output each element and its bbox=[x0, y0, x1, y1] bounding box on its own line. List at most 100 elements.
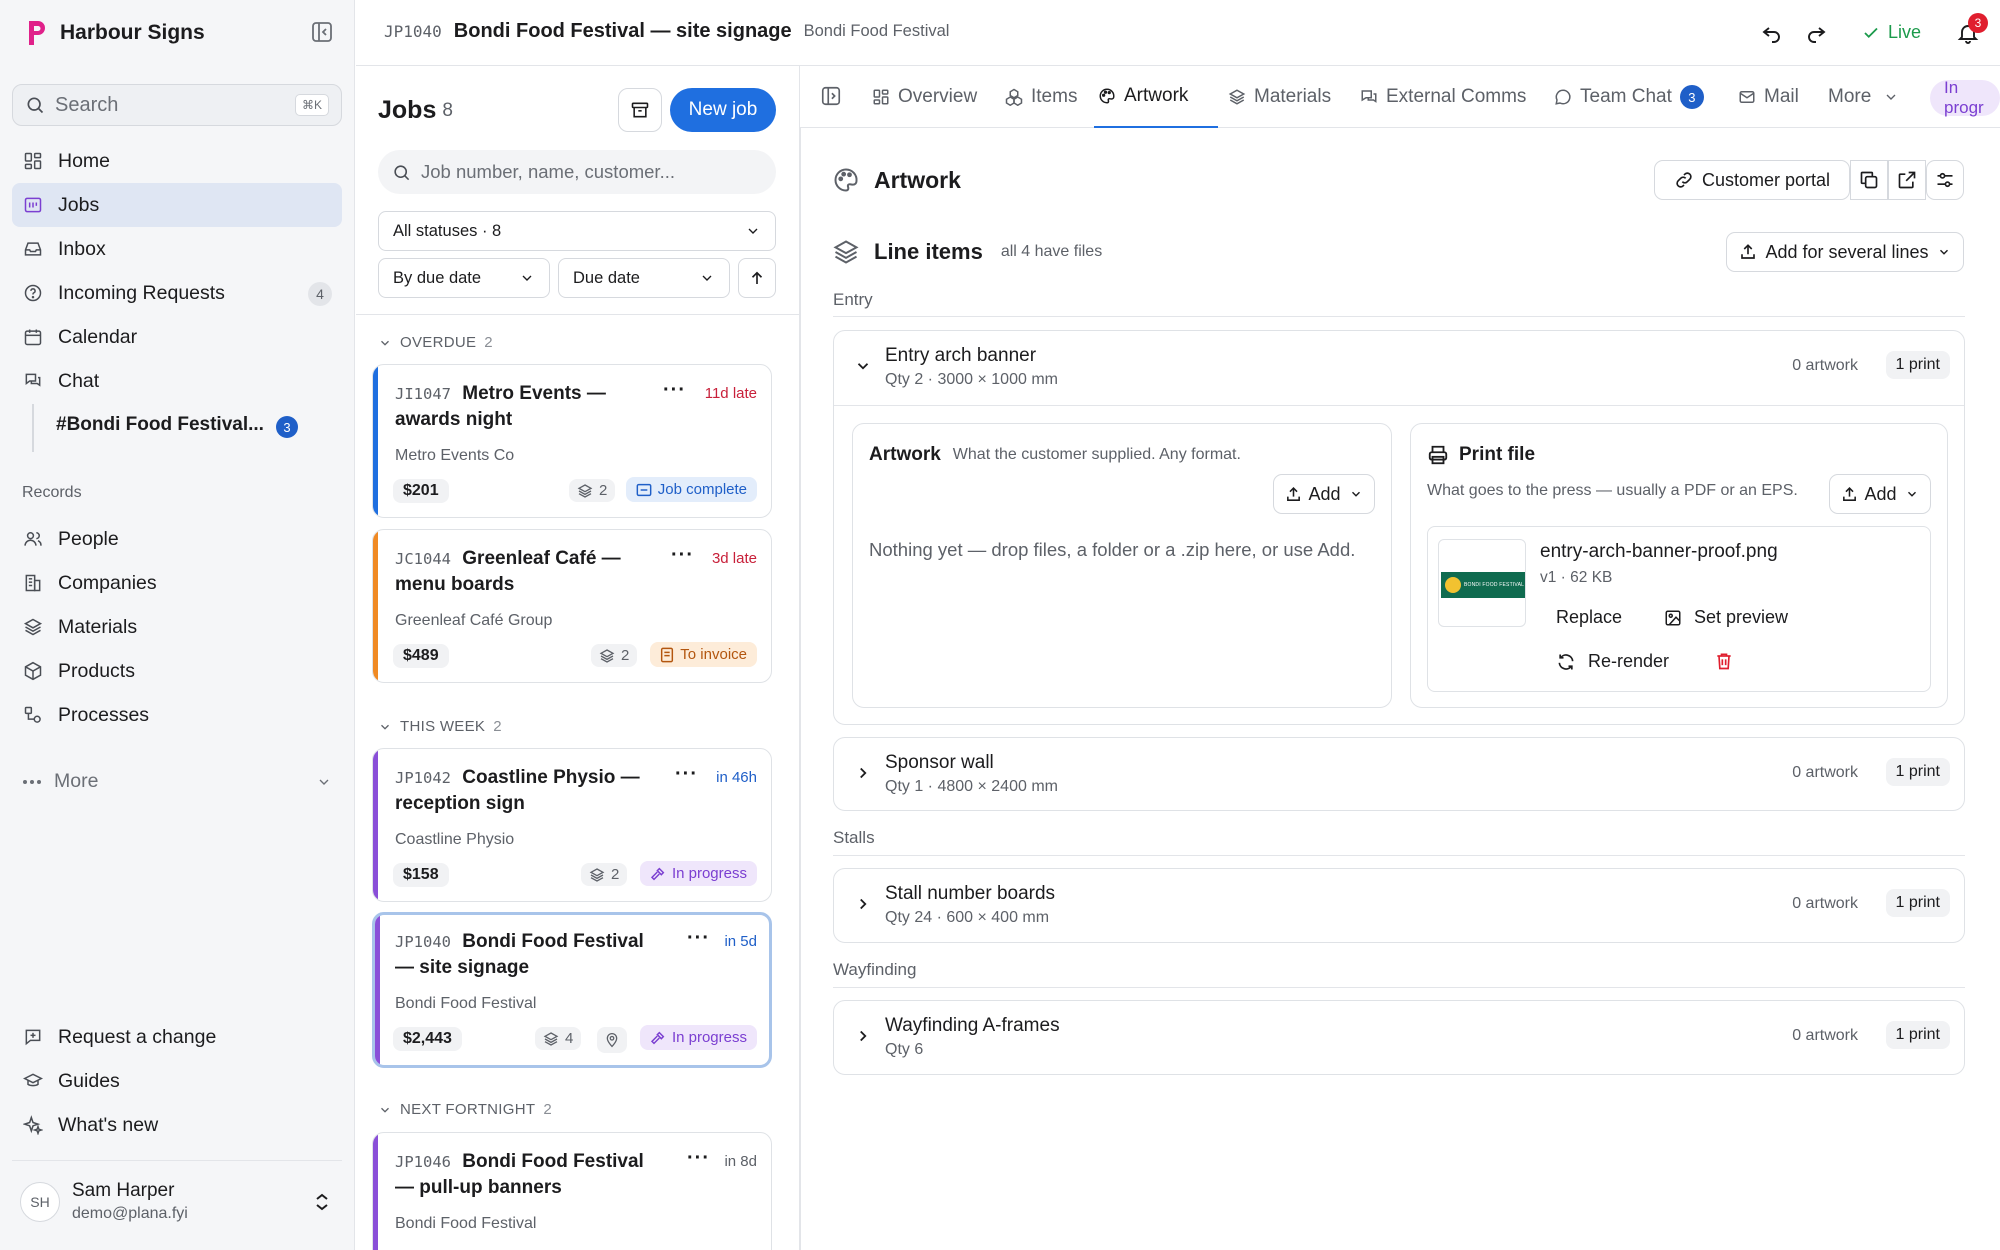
line-item-divider bbox=[834, 405, 1964, 406]
group-label-entry: Entry bbox=[833, 290, 873, 309]
job-card[interactable]: JC1044 Greenleaf Café — menu boards ··· … bbox=[372, 529, 772, 683]
sidebar-item-materials[interactable]: Materials bbox=[12, 605, 342, 649]
card-item-count: 2 bbox=[581, 863, 628, 886]
bell-icon[interactable]: 3 bbox=[1956, 13, 1988, 45]
sidebar-item-jobs[interactable]: Jobs bbox=[12, 183, 342, 227]
tab-materials[interactable]: Materials bbox=[1228, 66, 1331, 128]
job-card[interactable]: JP1046 Bondi Food Festival — pull-up ban… bbox=[372, 1132, 772, 1250]
sidebar-item-home[interactable]: Home bbox=[12, 139, 342, 183]
customer-portal-button[interactable]: Customer portal bbox=[1654, 160, 1850, 200]
job-card[interactable]: JP1042 Coastline Physio — reception sign… bbox=[372, 748, 772, 902]
job-status-pill[interactable]: In progr bbox=[1930, 78, 2000, 117]
artwork-add-button[interactable]: Add bbox=[1273, 474, 1375, 514]
hammer-icon bbox=[650, 866, 666, 882]
re-render-button[interactable]: Re-render bbox=[1556, 651, 1669, 672]
print-add-label: Add bbox=[1864, 483, 1897, 504]
artwork-count: 0 artwork bbox=[1792, 357, 1858, 374]
status-label: In progress bbox=[671, 1029, 747, 1046]
request-change-link[interactable]: Request a change bbox=[12, 1015, 342, 1059]
items-icon bbox=[1005, 88, 1023, 106]
tab-more[interactable]: More bbox=[1828, 66, 1907, 128]
whats-new-link[interactable]: What's new bbox=[12, 1103, 342, 1147]
tab-overview[interactable]: Overview bbox=[872, 66, 977, 128]
sidebar-item-calendar[interactable]: Calendar bbox=[12, 315, 342, 359]
card-due: 3d late bbox=[711, 550, 757, 567]
trash-icon[interactable] bbox=[1714, 651, 1734, 671]
add-for-several-lines-button[interactable]: Add for several lines bbox=[1726, 232, 1964, 272]
card-price: $489 bbox=[393, 644, 449, 668]
card-more-icon[interactable]: ··· bbox=[687, 927, 710, 950]
sidebar-item-chat[interactable]: Chat bbox=[12, 359, 342, 403]
card-price: $158 bbox=[393, 863, 449, 887]
undo-icon[interactable] bbox=[1760, 21, 1784, 45]
card-more-icon[interactable]: ··· bbox=[663, 379, 686, 402]
tab-label: Items bbox=[1031, 86, 1078, 107]
line-item-sub: Qty 1 · 4800 × 2400 mm bbox=[885, 778, 1058, 795]
line-item-sponsor-wall[interactable]: Sponsor wall Qty 1 · 4800 × 2400 mm 0 ar… bbox=[833, 737, 1965, 811]
sort-direction-button[interactable] bbox=[738, 258, 776, 298]
card-title: JP1046 Bondi Food Festival — pull-up ban… bbox=[395, 1149, 665, 1201]
sidebar-item-companies[interactable]: Companies bbox=[12, 561, 342, 605]
sidebar-search[interactable]: Search ⌘K bbox=[12, 84, 342, 126]
line-item-header[interactable]: Entry arch banner Qty 2 · 3000 × 1000 mm… bbox=[834, 331, 1964, 405]
portal-settings-button[interactable] bbox=[1926, 160, 1964, 200]
guides-link[interactable]: Guides bbox=[12, 1059, 342, 1103]
brand[interactable]: Harbour Signs bbox=[26, 18, 205, 48]
user-menu[interactable]: SH Sam Harper demo@plana.fyi bbox=[20, 1180, 340, 1223]
panel-toggle-icon[interactable] bbox=[820, 85, 842, 107]
search-icon bbox=[392, 163, 411, 182]
filters-divider bbox=[356, 314, 799, 315]
card-more-icon[interactable]: ··· bbox=[671, 544, 694, 567]
card-more-icon[interactable]: ··· bbox=[675, 763, 698, 786]
artwork-dropzone[interactable]: Nothing yet — drop files, a folder or a … bbox=[869, 536, 1359, 564]
tab-items[interactable]: Items bbox=[1005, 66, 1077, 128]
sidebar-item-products[interactable]: Products bbox=[12, 649, 342, 693]
group-header-this-week[interactable]: THIS WEEK 2 bbox=[378, 718, 502, 735]
header-customer[interactable]: Bondi Food Festival bbox=[804, 22, 950, 41]
job-complete-icon bbox=[636, 483, 652, 497]
card-more-icon[interactable]: ··· bbox=[687, 1147, 710, 1170]
status-filter-select[interactable]: All statuses · 8 bbox=[378, 211, 776, 251]
nav-label: Jobs bbox=[58, 193, 100, 216]
status-label: In progress bbox=[671, 865, 747, 882]
new-job-button[interactable]: New job bbox=[670, 88, 776, 132]
sidebar-item-people[interactable]: People bbox=[12, 517, 342, 561]
open-portal-button[interactable] bbox=[1888, 160, 1926, 200]
tab-team-chat[interactable]: Team Chat 3 bbox=[1554, 66, 1704, 128]
card-title-line2: menu boards bbox=[395, 574, 515, 595]
sort-field-select[interactable]: Due date bbox=[558, 258, 730, 298]
archive-button[interactable] bbox=[618, 88, 662, 132]
group-count: 2 bbox=[484, 334, 493, 351]
job-search-input[interactable]: Job number, name, customer... bbox=[378, 150, 776, 194]
sort-by-select[interactable]: By due date bbox=[378, 258, 550, 298]
chat-channel-bondi[interactable]: #Bondi Food Festival... bbox=[56, 414, 264, 436]
collapse-sidebar-icon[interactable] bbox=[310, 20, 334, 44]
sidebar-item-inbox[interactable]: Inbox bbox=[12, 227, 342, 271]
job-header: JP1040 Bondi Food Festival — site signag… bbox=[356, 0, 2000, 66]
redo-icon[interactable] bbox=[1804, 21, 1828, 45]
card-title: JI1047 Metro Events — awards night bbox=[395, 381, 645, 433]
sidebar-more[interactable]: More bbox=[22, 770, 332, 793]
group-header-next-fortnight[interactable]: NEXT FORTNIGHT 2 bbox=[378, 1101, 552, 1118]
copy-link-button[interactable] bbox=[1850, 160, 1888, 200]
tab-external-comms[interactable]: External Comms bbox=[1360, 66, 1526, 128]
line-item-wayfinding-a-frames[interactable]: Wayfinding A-frames Qty 6 0 artwork 1 pr… bbox=[833, 1000, 1965, 1075]
set-preview-button[interactable]: Set preview bbox=[1664, 607, 1788, 628]
panel-divider bbox=[800, 128, 801, 1250]
group-header-overdue[interactable]: OVERDUE 2 bbox=[378, 334, 493, 351]
line-item-stall-number-boards[interactable]: Stall number boards Qty 24 · 600 × 400 m… bbox=[833, 868, 1965, 943]
file-thumbnail[interactable]: BONDI FOOD FESTIVAL bbox=[1438, 539, 1526, 627]
tab-mail[interactable]: Mail bbox=[1738, 66, 1799, 128]
job-card[interactable]: JI1047 Metro Events — awards night ··· 1… bbox=[372, 364, 772, 518]
external-link-icon bbox=[1897, 170, 1917, 190]
sidebar-item-incoming-requests[interactable]: Incoming Requests 4 bbox=[12, 271, 342, 315]
sort-by-value: By due date bbox=[393, 268, 482, 287]
card-price: $201 bbox=[393, 479, 449, 503]
tab-artwork[interactable]: Artwork bbox=[1094, 66, 1218, 128]
replace-button[interactable]: Replace bbox=[1556, 607, 1622, 628]
upload-icon bbox=[1841, 486, 1858, 503]
thumbnail-text: BONDI FOOD FESTIVAL bbox=[1464, 582, 1525, 588]
job-card-selected[interactable]: JP1040 Bondi Food Festival — site signag… bbox=[372, 912, 772, 1068]
print-add-button[interactable]: Add bbox=[1829, 474, 1931, 514]
sidebar-item-processes[interactable]: Processes bbox=[12, 693, 342, 737]
